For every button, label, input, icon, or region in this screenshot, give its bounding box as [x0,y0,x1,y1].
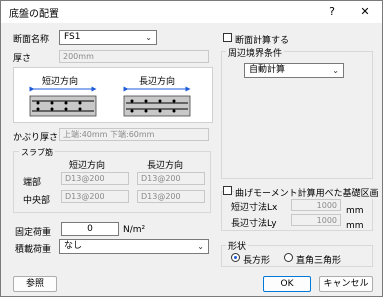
title-bar: 底盤の配置 ? ✕ [1,1,382,23]
chevron-down-icon: ⌄ [332,66,339,75]
shape-rect-label: 長方形 [243,256,271,266]
rebar-end-long: D13@200 [137,172,205,185]
rebar-col-long: 長辺方向 [147,161,184,171]
fixed-load-unit: N/m² [123,225,146,235]
rebar-end-label: 端部 [23,178,42,188]
section-calc-label: 断面計算する [235,36,290,46]
cover-label: かぶり厚さ [13,133,59,143]
thickness-label: 厚さ [13,54,32,64]
rebar-center-long: D13@200 [137,190,205,203]
dialog-window: 底盤の配置 ? ✕ 断面名称 FS1 ⌄ 厚さ 200mm 短辺方向 長辺方向 [0,0,383,297]
shape-group-label: 形状 [226,239,249,252]
section-name-combo[interactable]: FS1 ⌄ [59,30,157,45]
fixed-load-label: 固定荷重 [15,228,52,238]
rebar-group-label: スラブ筋 [19,147,55,158]
shape-tri-radio[interactable] [284,253,293,262]
base-long-label: 長辺寸法Ly [231,219,277,229]
base-short-unit: mm [346,206,364,216]
live-load-value: なし [64,241,83,251]
section-name-label: 断面名称 [13,35,50,45]
shape-rect-radio[interactable] [231,253,240,262]
section-name-value: FS1 [64,32,81,42]
cover-field: 上端:40mm 下端:60mm [59,128,209,141]
fixed-load-input[interactable]: 0 [61,222,119,236]
shape-tri-label: 直角三角形 [296,256,342,266]
base-long-field: 1000 [291,214,341,226]
help-button[interactable]: ? [317,2,347,22]
slab-section-drawing [29,86,191,117]
slab-diagram: 短辺方向 長辺方向 [13,67,213,123]
rebar-center-label: 中央部 [23,196,51,206]
boundary-group-label: 周辺境界条件 [226,46,285,59]
chevron-down-icon: ⌄ [197,242,204,251]
base-short-field: 1000 [291,199,341,211]
base-long-unit: mm [346,221,364,231]
chevron-down-icon: ⌄ [145,33,152,42]
rebar-center-short: D13@200 [61,190,129,203]
rebar-end-short: D13@200 [61,172,129,185]
boundary-value: 自動計算 [249,65,286,75]
section-calc-checkbox[interactable] [223,33,232,42]
reference-button[interactable]: 参照 [13,276,57,292]
window-title: 底盤の配置 [9,9,59,20]
rebar-col-short: 短辺方向 [69,161,106,171]
ok-button[interactable]: OK [263,276,311,292]
boundary-combo[interactable]: 自動計算 ⌄ [244,63,344,78]
live-load-label: 積載荷重 [15,245,52,255]
live-load-combo[interactable]: なし ⌄ [59,239,209,254]
base-short-label: 短辺寸法Lx [231,203,278,213]
base-area-label: 曲げモーメント計算用べた基礎区画 [234,186,380,199]
cancel-button[interactable]: キャンセル [319,276,373,292]
base-area-checkbox[interactable] [223,186,232,195]
close-button[interactable]: ✕ [350,2,380,22]
thickness-field: 200mm [59,50,209,63]
